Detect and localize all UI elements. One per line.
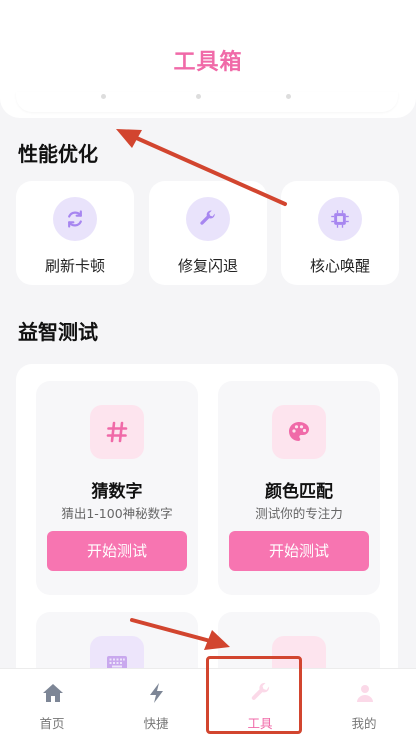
chip-icon [318, 197, 362, 241]
card-label: 修复闪退 [177, 257, 238, 275]
section-title-performance: 性能优化 [18, 142, 98, 166]
tab-label: 我的 [351, 716, 377, 731]
guess-number-card: 猜数字 猜出1-100神秘数字 开始测试 [36, 381, 198, 595]
start-test-button[interactable]: 开始测试 [47, 531, 187, 571]
tab-label: 首页 [39, 716, 65, 731]
tab-profile[interactable]: 我的 [312, 669, 416, 740]
card-label: 核心唤醒 [309, 257, 370, 275]
home-icon [43, 684, 63, 702]
game-title: 猜数字 [91, 482, 143, 502]
divider-dot [196, 94, 201, 99]
start-test-button[interactable]: 开始测试 [229, 531, 369, 571]
tools-icon [251, 682, 270, 700]
lightning-icon [150, 683, 163, 703]
divider-dot [101, 94, 106, 99]
previous-card-bottom [16, 92, 398, 112]
fix-crash-card[interactable]: 修复闪退 [149, 181, 267, 285]
tab-label: 工具 [247, 716, 273, 731]
tab-home[interactable]: 首页 [0, 669, 104, 740]
palette-icon [272, 405, 326, 459]
tab-shortcuts[interactable]: 快捷 [104, 669, 208, 740]
card-label: 刷新卡顿 [44, 257, 105, 275]
game-title: 颜色匹配 [265, 482, 333, 502]
profile-icon [357, 685, 373, 702]
section-title-puzzle: 益智测试 [18, 320, 98, 344]
game-description: 猜出1-100神秘数字 [61, 506, 173, 521]
page-title: 工具箱 [173, 50, 243, 75]
core-wake-card[interactable]: 核心唤醒 [281, 181, 399, 285]
tab-label: 快捷 [143, 716, 169, 731]
hash-icon [90, 405, 144, 459]
divider-dot [286, 94, 291, 99]
game-description: 测试你的专注力 [255, 506, 343, 521]
puzzle-games-panel: 猜数字 猜出1-100神秘数字 开始测试 颜色匹配 测试你的专注力 开始测试 [16, 364, 398, 690]
refresh-icon [53, 197, 97, 241]
bottom-tab-bar: 首页 快捷 工具 我的 [0, 668, 416, 740]
color-match-card: 颜色匹配 测试你的专注力 开始测试 [218, 381, 380, 595]
wrench-icon [186, 197, 230, 241]
tab-tools[interactable]: 工具 [208, 669, 312, 740]
refresh-lag-card[interactable]: 刷新卡顿 [16, 181, 134, 285]
